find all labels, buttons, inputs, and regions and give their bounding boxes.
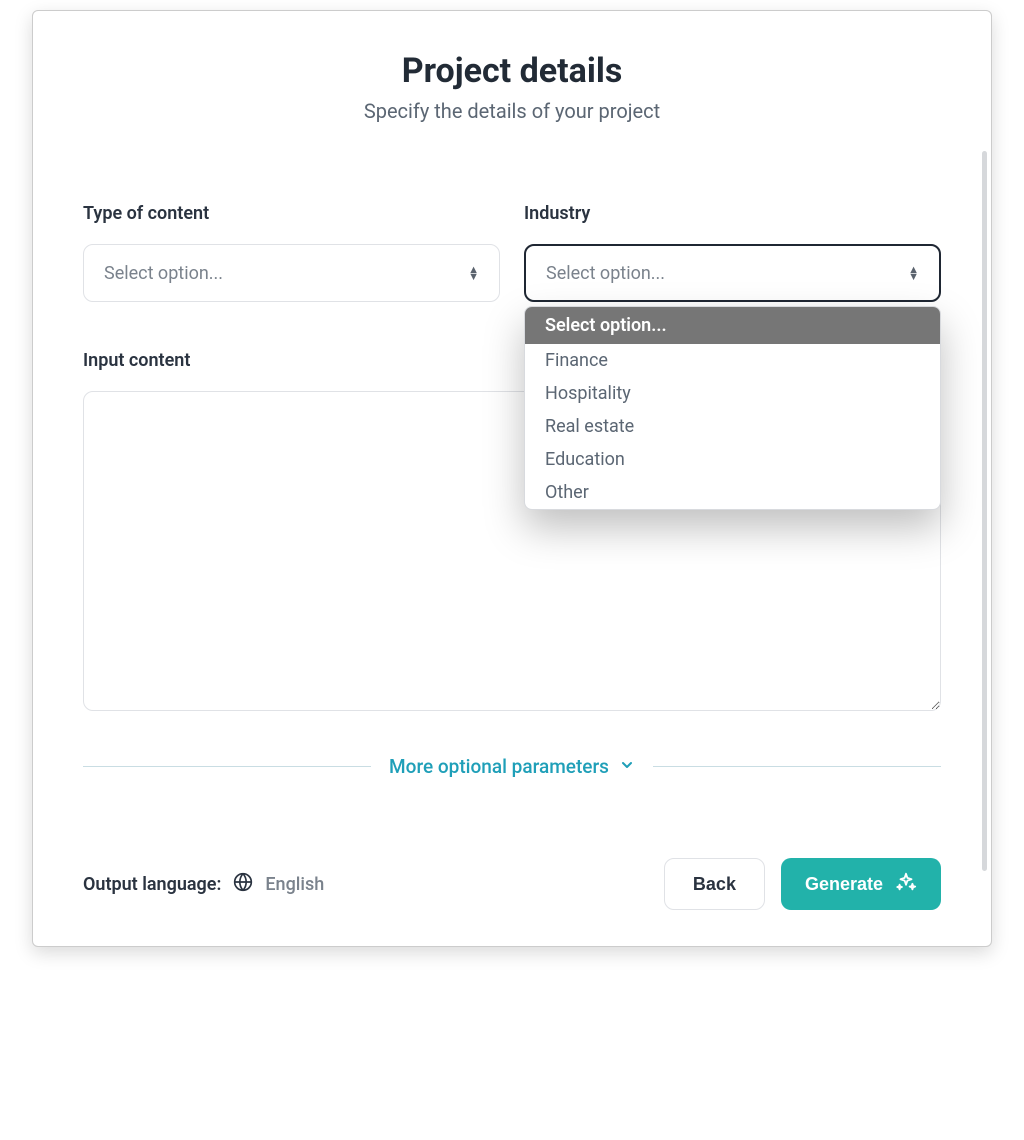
form-row-selects: Type of content Select option... ▲▼ Indu… (83, 203, 941, 302)
output-language-label: Output language: (83, 874, 221, 895)
globe-icon (233, 872, 253, 897)
field-content-type: Type of content Select option... ▲▼ (83, 203, 500, 302)
chevron-updown-icon: ▲▼ (468, 266, 479, 280)
dropdown-option-hospitality[interactable]: Hospitality (525, 377, 940, 410)
chevron-down-icon (619, 757, 635, 777)
page-title: Project details (83, 51, 941, 91)
select-content-type-value: Select option... (104, 263, 223, 284)
dropdown-option-other[interactable]: Other (525, 476, 940, 509)
project-details-panel: Project details Specify the details of y… (32, 10, 992, 947)
panel-footer: Output language: English Back Generate (83, 858, 941, 910)
field-industry: Industry Select option... ▲▼ Select opti… (524, 203, 941, 302)
back-button[interactable]: Back (664, 858, 765, 910)
sparkle-icon (895, 871, 917, 898)
dropdown-option-education[interactable]: Education (525, 443, 940, 476)
select-industry[interactable]: Select option... ▲▼ (524, 244, 941, 302)
more-params-row: More optional parameters (83, 755, 941, 778)
dropdown-option-finance[interactable]: Finance (525, 344, 940, 377)
chevron-updown-icon: ▲▼ (908, 266, 919, 280)
generate-button[interactable]: Generate (781, 858, 941, 910)
footer-buttons: Back Generate (664, 858, 941, 910)
dropdown-option-real-estate[interactable]: Real estate (525, 410, 940, 443)
more-optional-parameters-toggle[interactable]: More optional parameters (389, 755, 635, 778)
select-content-type[interactable]: Select option... ▲▼ (83, 244, 500, 302)
divider-line (83, 766, 371, 767)
divider-line (653, 766, 941, 767)
label-content-type: Type of content (83, 203, 500, 224)
output-language-value[interactable]: English (265, 874, 324, 895)
dropdown-option-placeholder[interactable]: Select option... (525, 307, 940, 344)
panel-header: Project details Specify the details of y… (83, 51, 941, 123)
output-language: Output language: English (83, 872, 324, 897)
more-params-label: More optional parameters (389, 755, 609, 778)
label-industry: Industry (524, 203, 941, 224)
page-subtitle: Specify the details of your project (83, 99, 941, 123)
scrollbar[interactable] (982, 151, 987, 871)
select-industry-value: Select option... (546, 263, 665, 284)
generate-button-label: Generate (805, 874, 883, 895)
dropdown-industry: Select option... Finance Hospitality Rea… (524, 306, 941, 510)
